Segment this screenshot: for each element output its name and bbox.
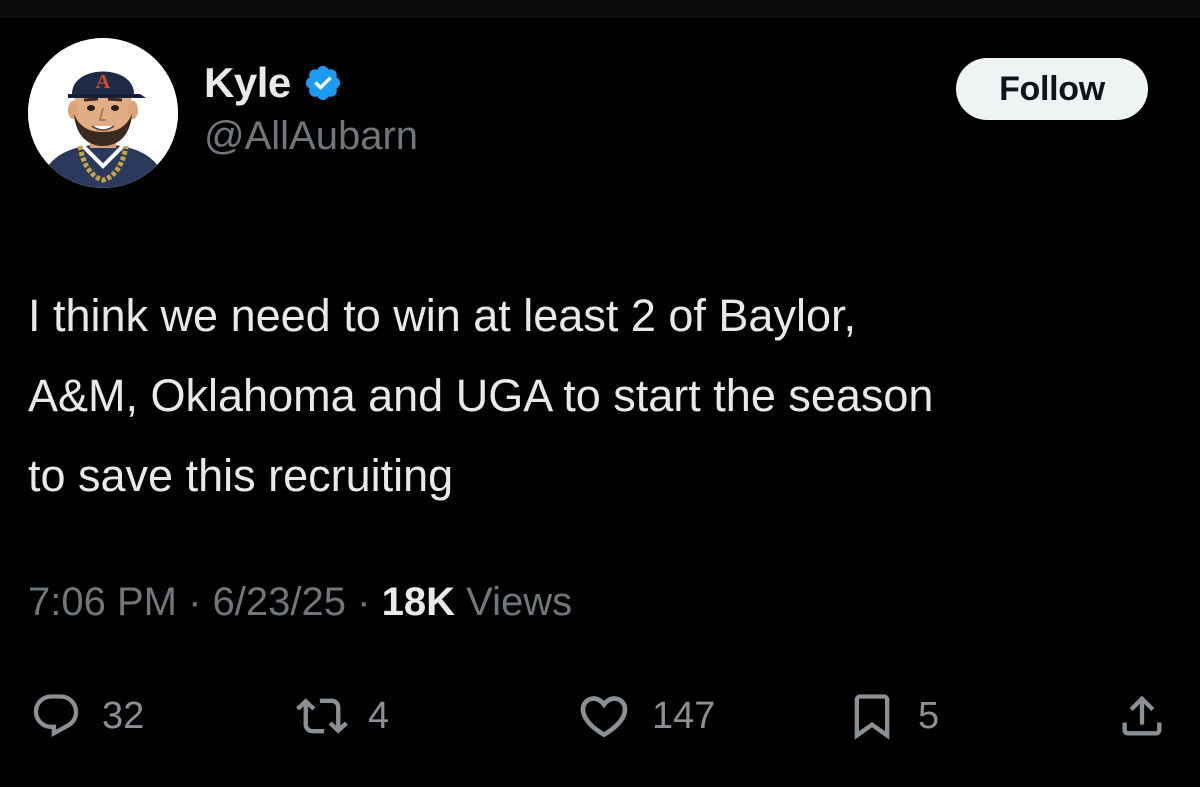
tweet-header: A Kyle @AllAubarn Follow (28, 38, 1172, 188)
views-count: 18K (381, 580, 455, 624)
reply-button[interactable]: 32 (30, 676, 144, 756)
post-time[interactable]: 7:06 PM (28, 580, 177, 624)
cartoon-avatar-icon: A (28, 38, 178, 188)
bookmark-icon (854, 694, 890, 740)
heart-icon (580, 696, 628, 738)
follow-button[interactable]: Follow (956, 58, 1148, 120)
handle[interactable]: @AllAubarn (204, 114, 418, 159)
tweet-text: I think we need to win at least 2 of Bay… (28, 290, 934, 501)
verified-badge-icon[interactable] (303, 63, 343, 103)
repost-button[interactable]: 4 (296, 676, 389, 756)
avatar[interactable]: A (28, 38, 178, 188)
bookmark-button[interactable]: 5 (846, 676, 939, 756)
reply-icon (33, 694, 79, 738)
top-edge (0, 0, 1200, 18)
bookmark-count: 5 (918, 694, 940, 737)
like-button[interactable]: 147 (576, 676, 715, 756)
repost-icon (296, 698, 348, 734)
tweet-meta: 7:06 PM · 6/23/25 · 18K Views (28, 580, 572, 625)
share-button[interactable] (1116, 676, 1168, 756)
repost-count: 4 (368, 694, 390, 737)
meta-separator: · (357, 580, 371, 624)
views-label: Views (466, 580, 573, 624)
action-bar: 32 4 147 5 (0, 676, 1200, 756)
avatar-cap-letter: A (96, 71, 111, 93)
reply-count: 32 (102, 694, 145, 737)
author-info: Kyle @AllAubarn (204, 58, 418, 159)
like-count: 147 (652, 694, 716, 737)
post-date[interactable]: 6/23/25 (213, 580, 346, 624)
meta-separator: · (188, 580, 202, 624)
share-icon (1122, 695, 1162, 736)
display-name[interactable]: Kyle (204, 59, 291, 107)
